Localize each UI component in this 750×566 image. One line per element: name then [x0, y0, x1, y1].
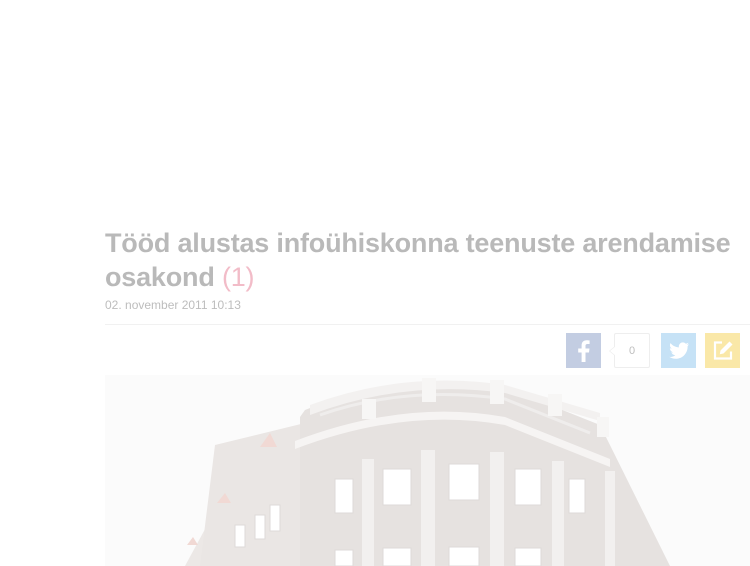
article-date: 02. november 2011 10:13	[105, 298, 241, 312]
edit-icon	[713, 341, 733, 360]
building-illustration	[105, 375, 750, 566]
comment-count-link[interactable]: (1)	[222, 262, 255, 292]
twitter-icon	[669, 342, 689, 359]
facebook-share-button[interactable]	[566, 333, 601, 368]
twitter-share-button[interactable]	[661, 333, 696, 368]
article-title-text: Tööd alustas infoühiskonna teenuste aren…	[105, 228, 731, 292]
edit-button[interactable]	[705, 333, 740, 368]
building-photo	[105, 375, 750, 566]
share-count: 0	[609, 333, 650, 368]
divider	[105, 324, 750, 325]
article-title: Tööd alustas infoühiskonna teenuste aren…	[105, 226, 750, 294]
facebook-icon	[578, 340, 590, 362]
